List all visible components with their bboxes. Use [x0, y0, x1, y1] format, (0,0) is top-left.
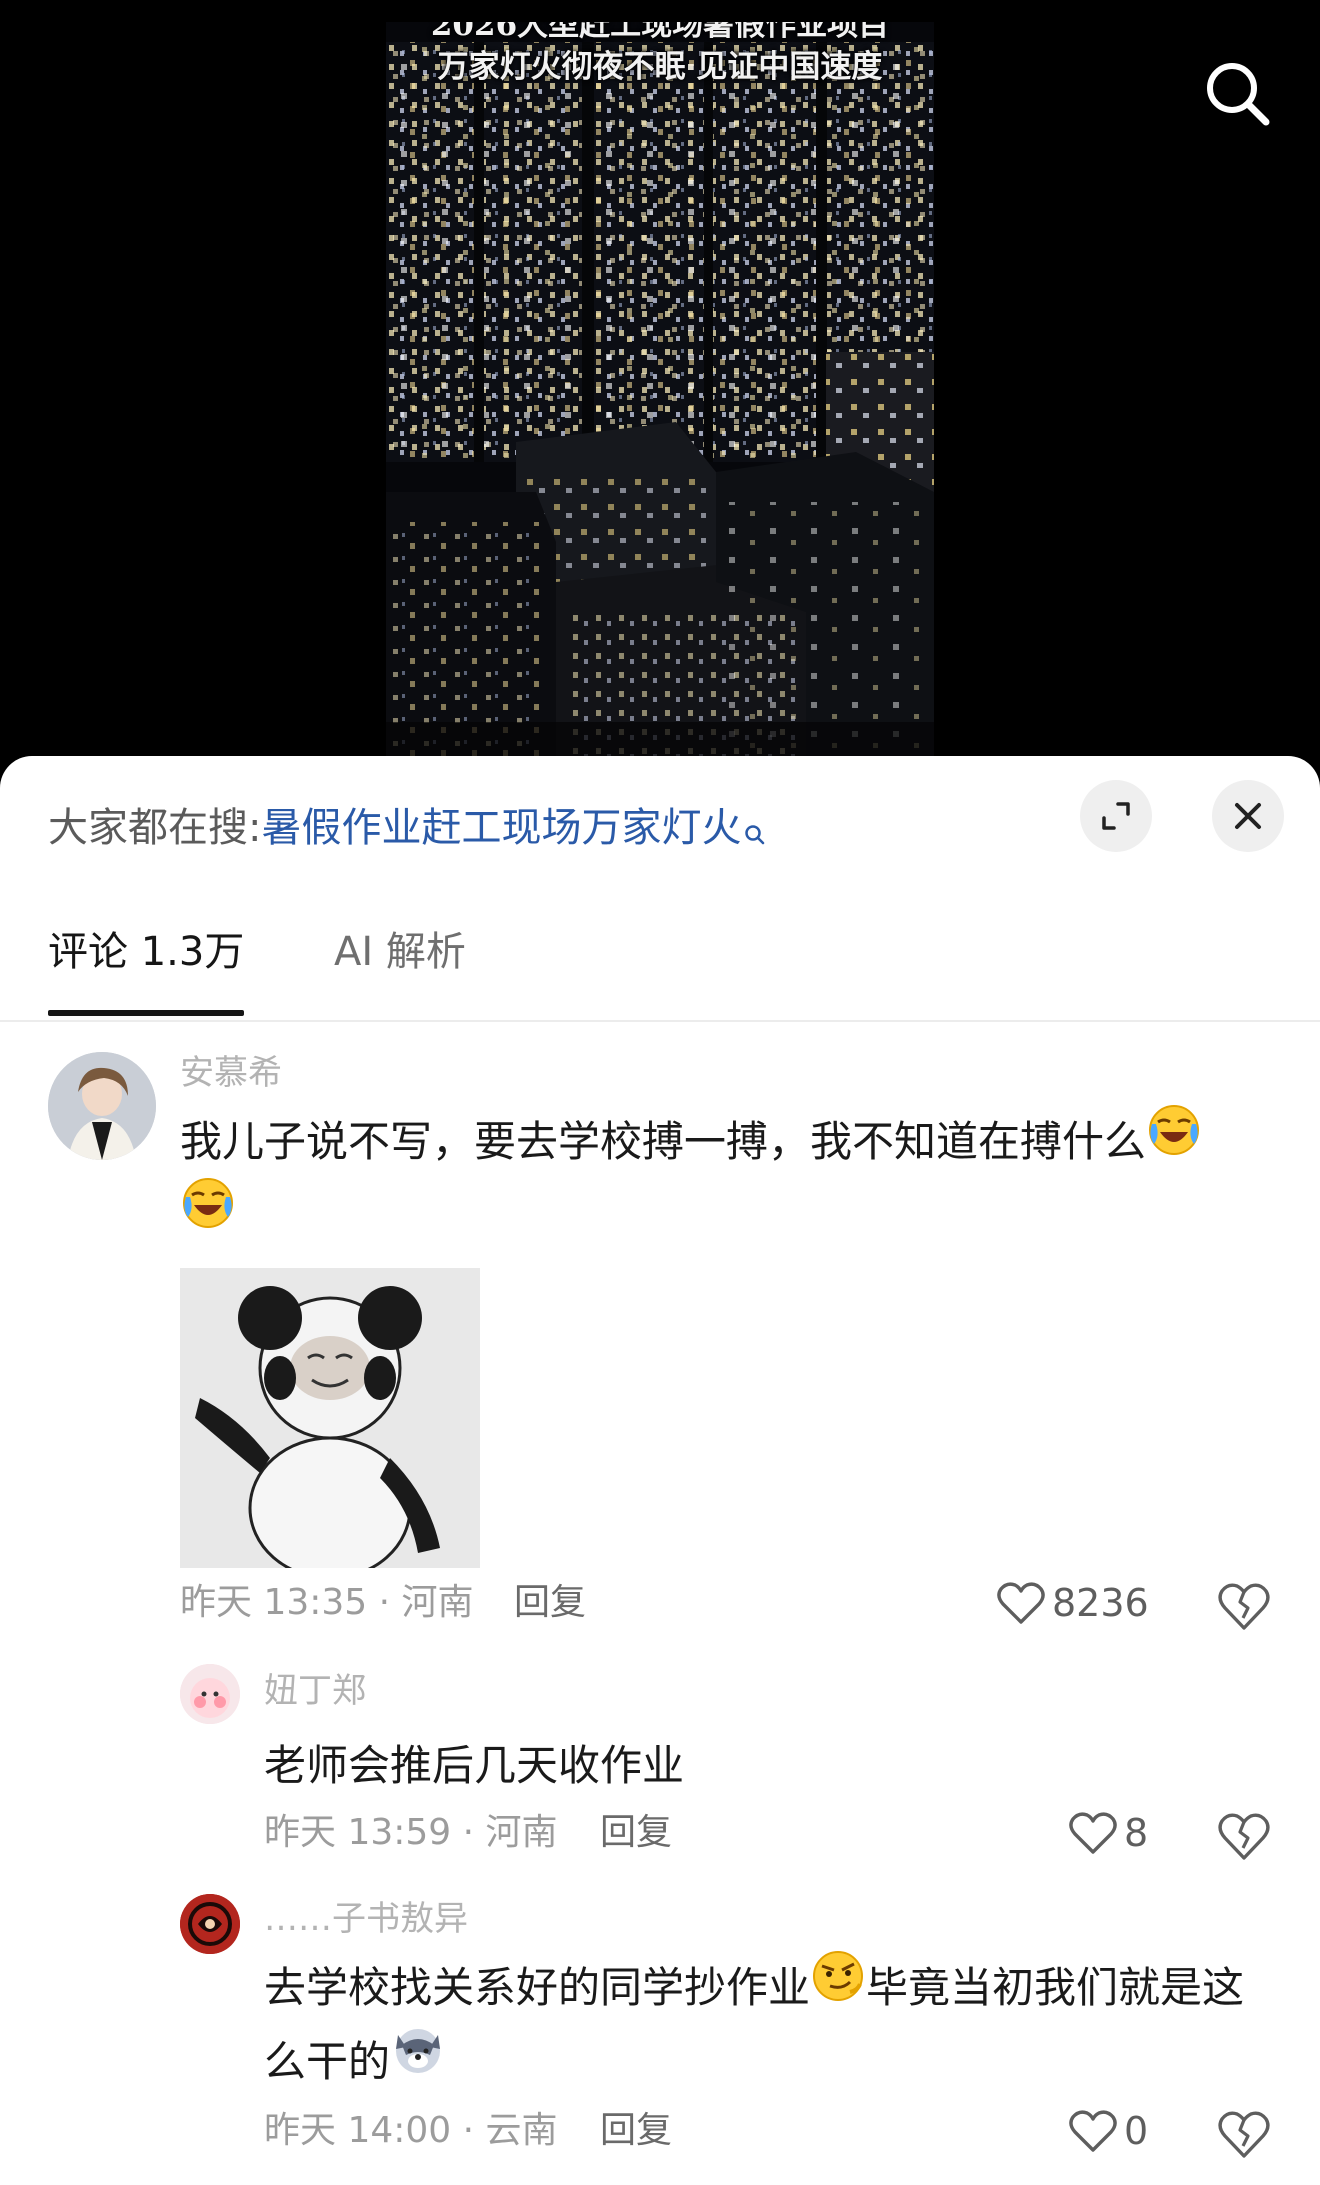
comment-username[interactable]: ……子书敖异 — [264, 1896, 468, 1942]
reply-button[interactable]: 回复 — [600, 2106, 672, 2156]
tab-bar: 评论 1.3万 AI 解析 — [0, 886, 1320, 1022]
broken-heart-icon — [1218, 1813, 1270, 1860]
heart-icon — [997, 1582, 1045, 1624]
small-search-icon — [743, 806, 767, 862]
video-player[interactable]: 2026大型赶工现场暑假作业项目 万家灯火彻夜不眠 见证中国速度 — [0, 0, 1320, 762]
comment-sheet: 大家都在搜:暑假作业赶工现场万家灯火 评论 1.3万 AI 解析 安慕希 我儿子… — [0, 756, 1320, 2185]
dislike-button[interactable] — [1216, 1578, 1272, 1634]
trending-label: 大家都在搜: — [48, 805, 262, 851]
dislike-button[interactable] — [1216, 2106, 1272, 2162]
trending-query-link[interactable]: 暑假作业赶工现场万家灯火 — [261, 805, 741, 851]
close-button[interactable] — [1212, 780, 1284, 852]
like-count: 8236 — [1052, 1581, 1149, 1625]
close-icon — [1235, 803, 1261, 829]
video-frame: 2026大型赶工现场暑假作业项目 万家灯火彻夜不眠 见证中国速度 — [386, 22, 934, 762]
comment-meta: 昨天 14:00 · 云南 — [264, 2110, 558, 2151]
like-button[interactable]: 0 — [1068, 2104, 1148, 2158]
broken-heart-icon — [1218, 1583, 1270, 1630]
dog-emoji-icon — [390, 2021, 446, 2099]
reply-button[interactable]: 回复 — [600, 1808, 672, 1858]
tab-ai-analysis[interactable]: AI 解析 — [334, 886, 466, 1018]
panda-meme-sticker[interactable] — [180, 1268, 480, 1568]
video-caption-line2: 万家灯火彻夜不眠 见证中国速度 — [437, 49, 883, 85]
expand-icon — [1102, 802, 1130, 830]
search-icon — [1207, 63, 1270, 126]
active-tab-indicator — [48, 1010, 244, 1016]
search-button[interactable] — [1198, 54, 1278, 134]
like-button[interactable]: 8236 — [996, 1576, 1149, 1630]
like-button[interactable]: 8 — [1068, 1806, 1148, 1860]
comment-meta: 昨天 13:35 · 河南 — [180, 1582, 474, 1623]
video-caption-line1: 2026大型赶工现场暑假作业项目 — [430, 22, 890, 43]
laugh-cry-emoji-icon — [1146, 1102, 1202, 1180]
comment-meta: 昨天 13:59 · 河南 — [264, 1812, 558, 1853]
trending-search[interactable]: 大家都在搜:暑假作业赶工现场万家灯火 — [48, 800, 767, 862]
like-count: 8 — [1124, 1811, 1149, 1855]
reply-button[interactable]: 回复 — [514, 1578, 586, 1628]
comment-text: 我儿子说不写，要去学校搏一搏，我不知道在搏什么 — [180, 1104, 1280, 1253]
avatar[interactable] — [180, 1664, 240, 1724]
comment-text: 去学校找关系好的同学抄作业 毕竟当初我们就是这么干的 — [264, 1950, 1264, 2099]
dislike-button[interactable] — [1216, 1808, 1272, 1864]
tab-comments[interactable]: 评论 1.3万 — [48, 886, 244, 1018]
heart-icon — [1069, 2110, 1117, 2152]
night-city-image — [386, 22, 934, 762]
comment-username[interactable]: 妞丁郑 — [264, 1668, 366, 1714]
expand-button[interactable] — [1080, 780, 1152, 852]
avatar[interactable] — [48, 1052, 156, 1160]
comment-text: 老师会推后几天收作业 — [264, 1741, 685, 1790]
comment-username[interactable]: 安慕希 — [180, 1050, 282, 1096]
broken-heart-icon — [1218, 2111, 1270, 2158]
like-count: 0 — [1124, 2109, 1149, 2153]
heart-icon — [1069, 1812, 1117, 1854]
smirk-emoji-icon — [810, 1948, 866, 2026]
avatar[interactable] — [180, 1894, 240, 1954]
laugh-cry-emoji-icon — [180, 1175, 236, 1253]
